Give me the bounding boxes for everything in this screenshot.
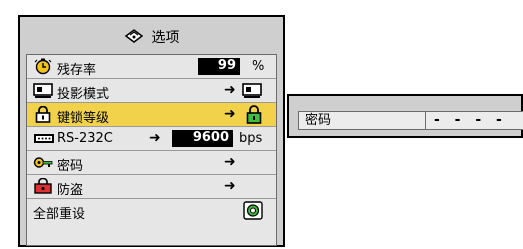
reset-button-icon [243,201,263,224]
password-label: 密码 [299,112,426,129]
arrow-right-icon: ➜ [224,82,236,98]
menu-item-reset-all[interactable]: 全部重设 [27,199,276,223]
lock-icon [245,105,263,128]
menu-list: 残存率 99 % 投影模式 ➜ 键锁等级 ➜ RS-232C ➜ 9600 bp… [26,54,277,246]
menu-item-label: 键锁等级 [57,111,110,126]
menu-item-projection-mode[interactable]: 投影模式 ➜ [27,79,276,103]
options-icon [124,27,144,47]
percent-unit: % [252,59,265,74]
menu-item-label: 全部重设 [33,207,86,222]
password-panel: 密码 - - - - [287,94,523,138]
projection-mode-icon [33,82,53,99]
password-field[interactable]: 密码 - - - - [298,111,523,130]
menu-item-remaining-rate[interactable]: 残存率 99 % [27,55,276,79]
lock-icon [33,105,53,123]
menu-item-rs232c[interactable]: RS-232C ➜ 9600 bps [27,127,276,151]
menu-header: 选项 [20,17,283,57]
menu-item-key-lock-level[interactable]: 键锁等级 ➜ [27,103,276,127]
menu-item-label: 残存率 [57,63,97,78]
arrow-right-icon: ➜ [149,130,161,146]
remaining-rate-value: 99 [198,58,240,75]
projection-mode-icon [242,82,262,103]
arrow-right-icon: ➜ [224,178,236,194]
serial-port-icon [33,130,54,147]
menu-item-anti-theft[interactable]: 防盗 ➜ [27,175,276,199]
key-icon [33,154,53,171]
menu-item-label: 防盗 [57,183,84,198]
arrow-right-icon: ➜ [224,154,236,170]
baud-unit: bps [239,131,263,146]
menu-item-label: 投影模式 [57,87,110,102]
baud-rate-value: 9600 [172,130,233,147]
menu-title: 选项 [151,30,180,46]
anti-theft-icon [33,177,53,195]
menu-item-password[interactable]: 密码 ➜ [27,151,276,175]
menu-item-label: RS-232C [57,131,113,146]
arrow-right-icon: ➜ [224,106,236,122]
options-menu-panel: 选项 残存率 99 % 投影模式 ➜ 键锁等级 ➜ RS-232C ➜ 9600… [18,15,285,247]
password-value[interactable]: - - - - [426,112,523,129]
timer-icon [33,58,53,75]
menu-item-label: 密码 [57,159,84,174]
